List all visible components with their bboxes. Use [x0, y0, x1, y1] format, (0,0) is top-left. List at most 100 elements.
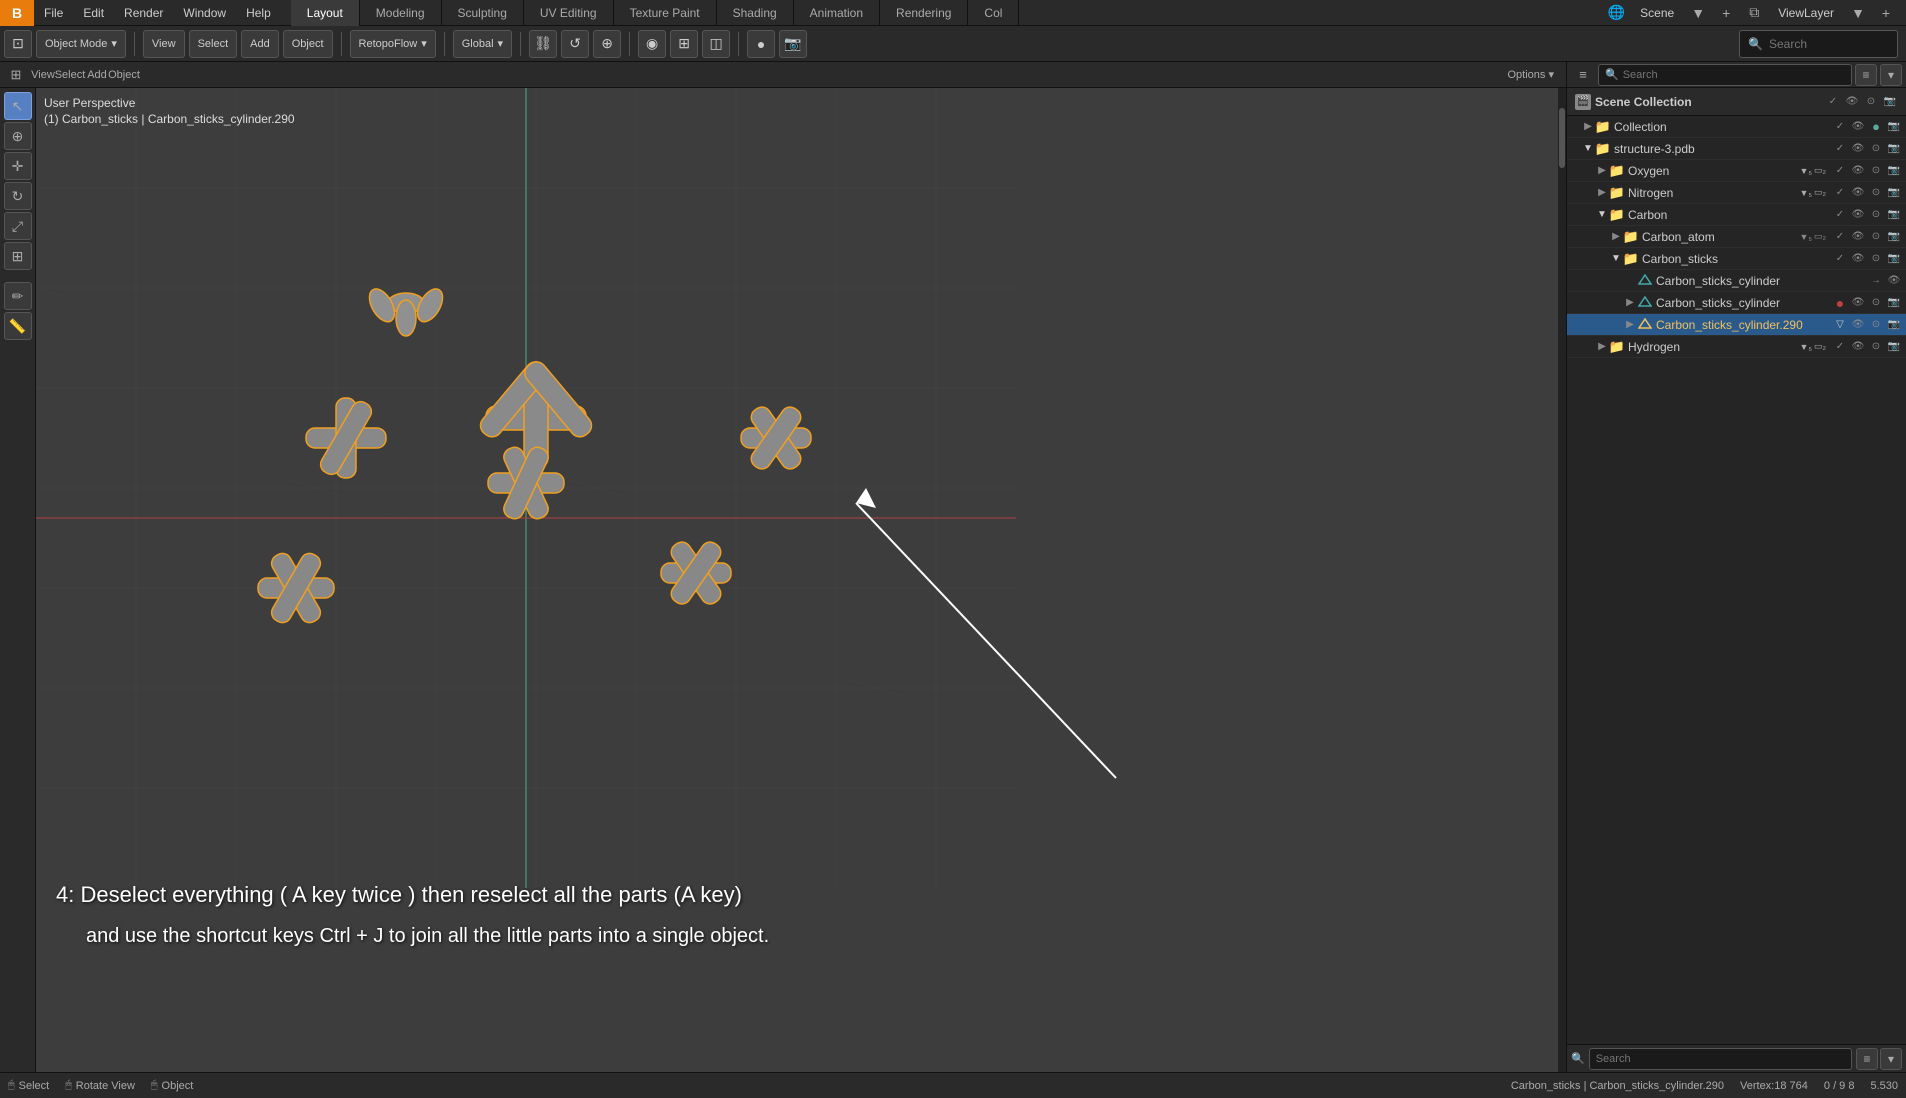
viewport[interactable]: User Perspective (1) Carbon_sticks | Car…: [36, 88, 1566, 1072]
scene-copy-icon[interactable]: ⧉: [1742, 2, 1766, 24]
csc2-cam[interactable]: 📷: [1886, 295, 1902, 311]
select-icon2[interactable]: Select: [58, 64, 82, 86]
outliner-filter-btn[interactable]: ≡: [1855, 64, 1877, 86]
viewport-options-icon[interactable]: Options ▾: [1500, 64, 1563, 86]
object-mode-dropdown[interactable]: Object Mode ▾: [36, 30, 126, 58]
outliner-search-input[interactable]: [1623, 69, 1845, 81]
menu-help[interactable]: Help: [236, 0, 281, 26]
workspace-modeling[interactable]: Modeling: [360, 0, 442, 26]
scene-hide-icon[interactable]: 👁: [1844, 94, 1860, 110]
oxy-check[interactable]: ✓: [1832, 163, 1848, 179]
link-icon[interactable]: ⛓: [529, 30, 557, 58]
viewport-scroll-thumb[interactable]: [1559, 108, 1565, 168]
outliner-icon[interactable]: ≡: [1571, 64, 1595, 86]
view-icon2[interactable]: View: [31, 64, 55, 86]
nit-check[interactable]: ✓: [1832, 185, 1848, 201]
col-check[interactable]: ✓: [1832, 119, 1848, 135]
csc1-arrow[interactable]: →: [1868, 273, 1884, 289]
workspace-layout[interactable]: Layout: [291, 0, 360, 26]
csc290-funnel[interactable]: ▽: [1832, 317, 1848, 333]
viewport-shade-icon[interactable]: ●: [747, 30, 775, 58]
csc290-restrict[interactable]: ⊙: [1868, 317, 1884, 333]
hydrogen-expand[interactable]: ▶: [1595, 341, 1609, 352]
sphere-icon[interactable]: 🌐: [1604, 2, 1628, 24]
view-menu[interactable]: View: [143, 30, 185, 58]
carbon-atom-expand[interactable]: ▶: [1609, 231, 1623, 242]
catom-dot[interactable]: ⊙: [1868, 229, 1884, 245]
search-input[interactable]: [1769, 37, 1889, 51]
outliner-sort-btn[interactable]: ▾: [1880, 64, 1902, 86]
xray-icon[interactable]: ◫: [702, 30, 730, 58]
measure-tool[interactable]: 📏: [4, 312, 32, 340]
outliner-row-oxygen[interactable]: ▶ 📁 Oxygen ▼₅ ▭₂ ✓ 👁 ⊙ 📷: [1567, 160, 1906, 182]
camera-view-icon[interactable]: 📷: [779, 30, 807, 58]
outliner-row-structure[interactable]: ▼ 📁 structure-3.pdb ✓ 👁 ⊙ 📷: [1567, 138, 1906, 160]
global-btn[interactable]: Global ▾: [453, 30, 512, 58]
catom-eye[interactable]: 👁: [1850, 229, 1866, 245]
workspace-uv-editing[interactable]: UV Editing: [524, 0, 614, 26]
outliner-row-csc1[interactable]: Carbon_sticks_cylinder → 👁: [1567, 270, 1906, 292]
workspace-shading[interactable]: Shading: [717, 0, 794, 26]
csc2-restrict[interactable]: ⊙: [1868, 295, 1884, 311]
oxy-dot[interactable]: ⊙: [1868, 163, 1884, 179]
car-cam[interactable]: 📷: [1886, 207, 1902, 223]
rotate-icon[interactable]: ↺: [561, 30, 589, 58]
outliner-bottom-search-input[interactable]: [1589, 1048, 1852, 1070]
outliner-bottom-arrow[interactable]: ▾: [1880, 1048, 1902, 1070]
object-icon2[interactable]: Object: [112, 64, 136, 86]
add-icon2[interactable]: Add: [85, 64, 109, 86]
nit-eye[interactable]: 👁: [1850, 185, 1866, 201]
outliner-row-hydrogen[interactable]: ▶ 📁 Hydrogen ▼₅ ▭₂ ✓ 👁 ⊙ 📷: [1567, 336, 1906, 358]
snap-icon[interactable]: ⊕: [593, 30, 621, 58]
rotate-tool[interactable]: ↻: [4, 182, 32, 210]
object-menu[interactable]: Object: [283, 30, 333, 58]
proportional-icon[interactable]: ◉: [638, 30, 666, 58]
scene-new-icon[interactable]: +: [1714, 2, 1738, 24]
workspace-col[interactable]: Col: [968, 0, 1019, 26]
outliner-row-carbon-atom[interactable]: ▶ 📁 Carbon_atom ▼₅ ▭₂ ✓ 👁 ⊙ 📷: [1567, 226, 1906, 248]
cstick-dot[interactable]: ⊙: [1868, 251, 1884, 267]
col-cam[interactable]: 📷: [1886, 119, 1902, 135]
transform-icon[interactable]: ⊞: [670, 30, 698, 58]
hyd-dot[interactable]: ⊙: [1868, 339, 1884, 355]
cstick-cam[interactable]: 📷: [1886, 251, 1902, 267]
cstick-check[interactable]: ✓: [1832, 251, 1848, 267]
csc1-eye[interactable]: 👁: [1886, 273, 1902, 289]
viewlayer-new-icon[interactable]: +: [1874, 2, 1898, 24]
str-dot[interactable]: ⊙: [1868, 141, 1884, 157]
annotate-tool[interactable]: ✏: [4, 282, 32, 310]
viewlayer-icon[interactable]: ▼: [1846, 2, 1870, 24]
outliner-row-carbon[interactable]: ▼ 📁 Carbon ✓ 👁 ⊙ 📷: [1567, 204, 1906, 226]
str-eye[interactable]: 👁: [1850, 141, 1866, 157]
outliner-row-collection[interactable]: ▶ 📁 Collection ✓ 👁 ● 📷: [1567, 116, 1906, 138]
collection-expand[interactable]: ▶: [1581, 121, 1595, 132]
oxygen-expand[interactable]: ▶: [1595, 165, 1609, 176]
car-dot[interactable]: ⊙: [1868, 207, 1884, 223]
viewport-icon[interactable]: ⊞: [4, 64, 28, 86]
carbon-expand[interactable]: ▼: [1595, 209, 1609, 220]
hyd-check[interactable]: ✓: [1832, 339, 1848, 355]
catom-check[interactable]: ✓: [1832, 229, 1848, 245]
nit-cam[interactable]: 📷: [1886, 185, 1902, 201]
scene-check-icon[interactable]: ✓: [1825, 94, 1841, 110]
outliner-bottom-filter[interactable]: ≡: [1856, 1048, 1878, 1070]
select-menu[interactable]: Select: [189, 30, 238, 58]
menu-file[interactable]: File: [34, 0, 73, 26]
cursor-tool[interactable]: ⊕: [4, 122, 32, 150]
col-eye[interactable]: 👁: [1850, 119, 1866, 135]
csc290-cam[interactable]: 📷: [1886, 317, 1902, 333]
outliner-row-carbon-sticks[interactable]: ▼ 📁 Carbon_sticks ✓ 👁 ⊙ 📷: [1567, 248, 1906, 270]
hyd-cam[interactable]: 📷: [1886, 339, 1902, 355]
mode-icon[interactable]: ⊡: [4, 30, 32, 58]
cstick-eye[interactable]: 👁: [1850, 251, 1866, 267]
outliner-row-csc290[interactable]: ▶ Carbon_sticks_cylinder.290 ▽ 👁 ⊙ 📷: [1567, 314, 1906, 336]
nitrogen-expand[interactable]: ▶: [1595, 187, 1609, 198]
select-tool[interactable]: ↖: [4, 92, 32, 120]
csc2-expand[interactable]: ▶: [1623, 297, 1637, 308]
oxy-cam[interactable]: 📷: [1886, 163, 1902, 179]
car-eye[interactable]: 👁: [1850, 207, 1866, 223]
retopoflow-btn[interactable]: RetopoFlow ▾: [350, 30, 436, 58]
structure-expand[interactable]: ▼: [1581, 143, 1595, 154]
workspace-animation[interactable]: Animation: [794, 0, 880, 26]
outliner-row-nitrogen[interactable]: ▶ 📁 Nitrogen ▼₅ ▭₂ ✓ 👁 ⊙ 📷: [1567, 182, 1906, 204]
